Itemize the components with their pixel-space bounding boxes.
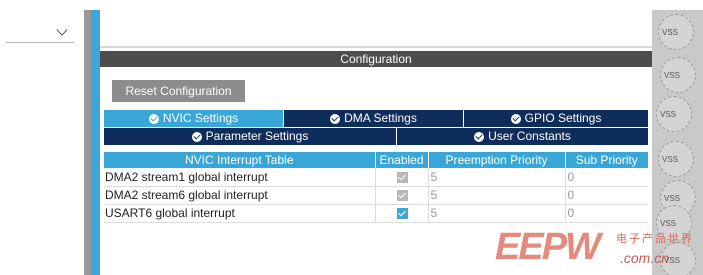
reset-configuration-button[interactable]: Reset Configuration	[112, 80, 245, 102]
tab-parameter-settings[interactable]: Parameter Settings	[104, 128, 397, 145]
preemption-priority[interactable]: 5	[428, 168, 566, 187]
nvic-interrupt-table: NVIC Interrupt Table Enabled Preemption …	[104, 152, 648, 223]
tab-user-constants[interactable]: User Constants	[397, 128, 648, 145]
enabled-cell	[375, 186, 429, 205]
check-circle-icon	[510, 113, 521, 124]
left-dropdown[interactable]	[6, 23, 74, 43]
enabled-checkbox[interactable]	[396, 190, 408, 202]
column-header[interactable]: Enabled	[375, 152, 429, 168]
column-header[interactable]: Preemption Priority	[428, 152, 566, 168]
divider	[100, 46, 652, 48]
column-header[interactable]: Sub Priority	[565, 152, 648, 168]
table-row[interactable]: DMA2 stream1 global interrupt 5 0	[104, 168, 648, 187]
enabled-checkbox[interactable]	[396, 208, 408, 220]
chevron-down-icon	[56, 24, 68, 36]
panel-title: Configuration	[100, 51, 652, 67]
splitter[interactable]	[84, 10, 91, 275]
enabled-cell	[375, 204, 429, 223]
pin-vss[interactable]: VSS	[660, 57, 696, 93]
table-row[interactable]: DMA2 stream6 global interrupt 5 0	[104, 186, 648, 205]
tab-label: Parameter Settings	[205, 129, 309, 143]
watermark-logo: EEPW	[495, 226, 601, 268]
tab-gpio-settings[interactable]: GPIO Settings	[464, 110, 648, 127]
pin-vss[interactable]: VSS	[658, 141, 694, 177]
enabled-cell	[375, 168, 429, 187]
settings-tabs: NVIC Settings DMA Settings GPIO Settings…	[104, 110, 648, 145]
accent-bar	[91, 10, 100, 275]
interrupt-name: DMA2 stream1 global interrupt	[104, 168, 376, 187]
cubemx-window: Configuration Reset Configuration NVIC S…	[0, 0, 703, 275]
interrupt-name: DMA2 stream6 global interrupt	[104, 186, 376, 205]
interrupt-name: USART6 global interrupt	[104, 204, 376, 223]
preemption-priority[interactable]: 5	[428, 204, 566, 223]
sub-priority[interactable]: 0	[565, 168, 648, 187]
tab-nvic-settings[interactable]: NVIC Settings	[104, 110, 284, 127]
check-circle-icon	[474, 131, 485, 142]
enabled-checkbox[interactable]	[396, 172, 408, 184]
watermark-tagline: 电子产品世界	[616, 233, 694, 245]
sub-priority[interactable]: 0	[565, 204, 648, 223]
table-row[interactable]: USART6 global interrupt 5 0	[104, 204, 648, 223]
pin-vss[interactable]: VSS	[658, 14, 694, 50]
column-header[interactable]: NVIC Interrupt Table	[104, 152, 376, 168]
tab-label: DMA Settings	[344, 111, 417, 125]
watermark-url: .com.cn	[620, 250, 670, 266]
tab-label: GPIO Settings	[524, 111, 602, 125]
sub-priority[interactable]: 0	[565, 186, 648, 205]
check-circle-icon	[148, 113, 159, 124]
tab-label: User Constants	[488, 129, 571, 143]
check-circle-icon	[330, 113, 341, 124]
check-circle-icon	[191, 131, 202, 142]
tab-dma-settings[interactable]: DMA Settings	[284, 110, 464, 127]
pin-vss[interactable]: VSS	[656, 96, 692, 132]
tab-label: NVIC Settings	[162, 111, 239, 125]
preemption-priority[interactable]: 5	[428, 186, 566, 205]
